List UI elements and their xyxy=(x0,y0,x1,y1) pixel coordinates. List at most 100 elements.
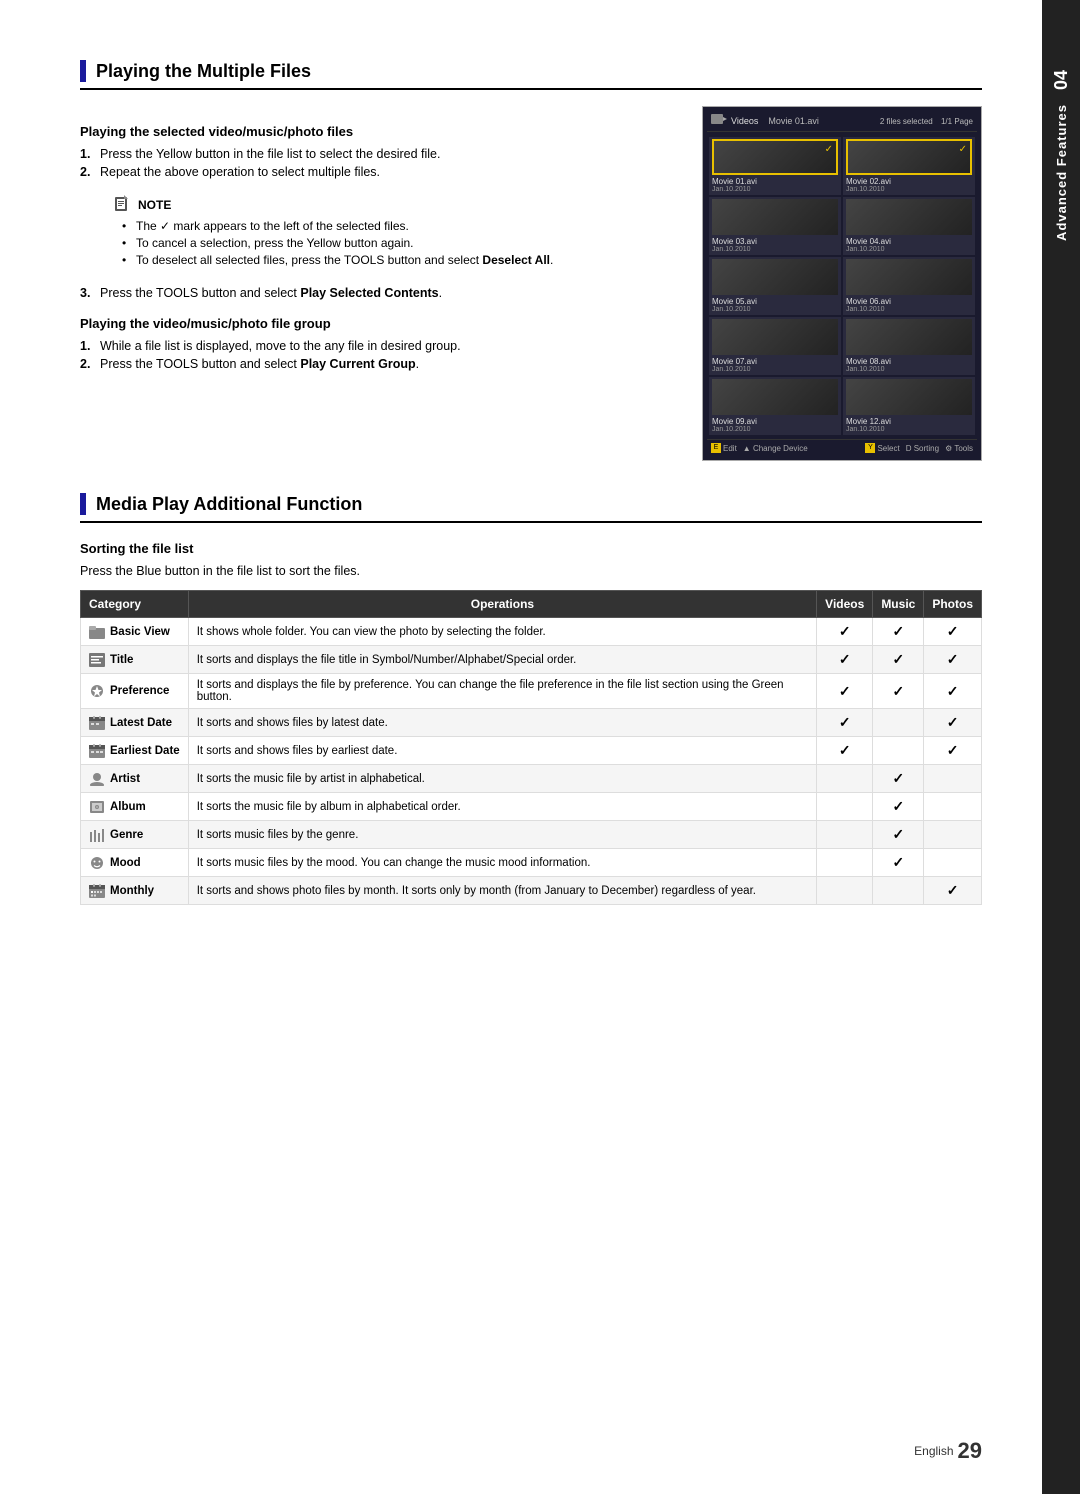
photos-preference: ✓ xyxy=(924,674,982,709)
table-row: Monthly It sorts and shows photo files b… xyxy=(81,877,982,905)
page-number: 29 xyxy=(958,1438,982,1464)
table-row: Latest Date It sorts and shows files by … xyxy=(81,709,982,737)
music-basicview: ✓ xyxy=(873,618,924,646)
tv-name-6: Movie 06.avi xyxy=(846,297,972,306)
cat-cell-mood: Mood xyxy=(81,849,189,877)
cat-cell-album: Album xyxy=(81,793,189,821)
playing-section: Playing the Multiple Files Playing the s… xyxy=(80,60,982,461)
cat-cell-title: Title xyxy=(81,646,189,674)
music-mood: ✓ xyxy=(873,849,924,877)
tv-videos-icon xyxy=(711,114,727,128)
preference-icon xyxy=(89,684,105,698)
tv-name-3: Movie 03.avi xyxy=(712,237,838,246)
tv-thumb-7 xyxy=(712,319,838,355)
tv-name-1: Movie 01.avi xyxy=(712,177,838,186)
tv-date-1: Jan.10.2010 xyxy=(712,186,838,193)
steps2-item1: 1. While a file list is displayed, move … xyxy=(80,339,682,353)
subsection2-title: Playing the video/music/photo file group xyxy=(80,316,682,331)
steps2-text2: Press the TOOLS button and select Play C… xyxy=(100,357,419,371)
note-bullets: The ✓ mark appears to the left of the se… xyxy=(112,219,670,267)
cat-cell-latestdate: Latest Date xyxy=(81,709,189,737)
tv-grid: ✓ Movie 01.avi Jan.10.2010 ✓ Movie xyxy=(707,135,977,437)
check-photos: ✓ xyxy=(947,623,959,639)
playing-layout: Playing the selected video/music/photo f… xyxy=(80,106,982,461)
ops-genre: It sorts music files by the genre. xyxy=(188,821,816,849)
ops-album: It sorts the music file by album in alph… xyxy=(188,793,816,821)
tv-footer-edit: E Edit ▲ Change Device xyxy=(711,443,808,453)
photos-genre xyxy=(924,821,982,849)
main-content: Playing the Multiple Files Playing the s… xyxy=(0,0,1042,1494)
tv-screenshot: Videos Movie 01.avi 2 files selected 1/1… xyxy=(702,106,982,461)
ops-title: It sorts and displays the file title in … xyxy=(188,646,816,674)
tv-item-3: Movie 03.avi Jan.10.2010 xyxy=(709,197,841,255)
step3-text: Press the TOOLS button and select Play S… xyxy=(100,286,442,300)
ops-preference: It sorts and displays the file by prefer… xyxy=(188,674,816,709)
cat-title: Title xyxy=(89,653,180,667)
select-btn-icon: Y xyxy=(865,443,875,453)
cat-artist: Artist xyxy=(89,772,180,786)
tv-name-5: Movie 05.avi xyxy=(712,297,838,306)
media-heading-text: Media Play Additional Function xyxy=(96,494,362,515)
tv-header-label: Videos xyxy=(731,116,758,126)
cat-mood-label: Mood xyxy=(110,857,141,869)
tv-date-5: Jan.10.2010 xyxy=(712,306,838,313)
note-bullet-3: To deselect all selected files, press th… xyxy=(122,253,670,267)
videos-latestdate: ✓ xyxy=(817,709,873,737)
photos-mood xyxy=(924,849,982,877)
videos-title: ✓ xyxy=(817,646,873,674)
playing-left: Playing the selected video/music/photo f… xyxy=(80,106,682,461)
tv-footer-controls: Y Select D Sorting ⚙ Tools xyxy=(865,443,973,453)
photos-title: ✓ xyxy=(924,646,982,674)
videos-mood xyxy=(817,849,873,877)
music-earliestdate xyxy=(873,737,924,765)
table-head: Category Operations Videos Music Photos xyxy=(81,591,982,618)
music-title: ✓ xyxy=(873,646,924,674)
col-operations: Operations xyxy=(188,591,816,618)
table-row: Preference It sorts and displays the fil… xyxy=(81,674,982,709)
note-label: NOTE xyxy=(112,195,670,215)
photos-artist xyxy=(924,765,982,793)
tv-date-6: Jan.10.2010 xyxy=(846,306,972,313)
note-bullet-1: The ✓ mark appears to the left of the se… xyxy=(122,219,670,233)
tools-label: ⚙ Tools xyxy=(945,444,973,453)
tv-thumb-4 xyxy=(846,199,972,235)
cat-cell-genre: Genre xyxy=(81,821,189,849)
photos-latestdate: ✓ xyxy=(924,709,982,737)
ops-monthly: It sorts and shows photo files by month.… xyxy=(188,877,816,905)
cat-cell-monthly: Monthly xyxy=(81,877,189,905)
table-row: Mood It sorts music files by the mood. Y… xyxy=(81,849,982,877)
tv-item-7: Movie 07.avi Jan.10.2010 xyxy=(709,317,841,375)
table-header-row: Category Operations Videos Music Photos xyxy=(81,591,982,618)
tv-item-8: Movie 08.avi Jan.10.2010 xyxy=(843,317,975,375)
sorting-label: D Sorting xyxy=(906,444,939,453)
tv-date-9: Jan.10.2010 xyxy=(712,426,838,433)
tv-item-9: Movie 09.avi Jan.10.2010 xyxy=(709,377,841,435)
ops-basicview: It shows whole folder. You can view the … xyxy=(188,618,816,646)
tv-date-8: Jan.10.2010 xyxy=(846,366,972,373)
step1-item: 1. Press the Yellow button in the file l… xyxy=(80,147,682,161)
table-row: Artist It sorts the music file by artist… xyxy=(81,765,982,793)
cat-earliestdate-label: Earliest Date xyxy=(110,745,180,757)
check-1: ✓ xyxy=(825,144,833,155)
steps2-item2: 2. Press the TOOLS button and select Pla… xyxy=(80,357,682,371)
cat-latestdate-label: Latest Date xyxy=(110,717,172,729)
steps1b-list: 3. Press the TOOLS button and select Pla… xyxy=(80,286,682,300)
ops-latestdate: It sorts and shows files by latest date. xyxy=(188,709,816,737)
photos-basicview: ✓ xyxy=(924,618,982,646)
sorting-intro: Press the Blue button in the file list t… xyxy=(80,564,982,578)
photos-album xyxy=(924,793,982,821)
tv-thumb-8 xyxy=(846,319,972,355)
folder-icon xyxy=(89,625,105,639)
tv-date-7: Jan.10.2010 xyxy=(712,366,838,373)
note-bullet-1-text: The ✓ mark appears to the left of the se… xyxy=(136,219,409,233)
videos-genre xyxy=(817,821,873,849)
music-latestdate xyxy=(873,709,924,737)
side-tab-label: Advanced Features xyxy=(1054,104,1069,241)
cat-monthly: Monthly xyxy=(89,884,180,898)
steps1-list: 1. Press the Yellow button in the file l… xyxy=(80,147,682,179)
album-icon xyxy=(89,800,105,814)
sort-table: Category Operations Videos Music Photos xyxy=(80,590,982,905)
note-bullet-2: To cancel a selection, press the Yellow … xyxy=(122,236,670,250)
table-row: Title It sorts and displays the file tit… xyxy=(81,646,982,674)
music-artist: ✓ xyxy=(873,765,924,793)
